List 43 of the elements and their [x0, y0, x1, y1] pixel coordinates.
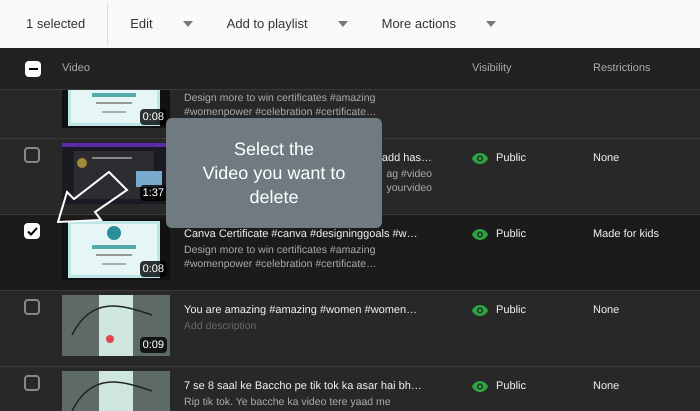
visibility-status: Public: [496, 303, 526, 318]
video-description: #womenpower #celebration #certificate…: [184, 257, 377, 271]
video-description: Design more to win certificates #amazing: [184, 91, 376, 105]
row-checkbox[interactable]: [24, 299, 40, 315]
column-header: Video: [62, 61, 91, 76]
restrictions-status: None: [593, 379, 620, 394]
restrictions-status: None: [593, 151, 620, 166]
eye-icon: [472, 305, 488, 316]
restrictions-status: Made for kids: [593, 227, 660, 242]
callout-text: Select the: [234, 138, 314, 161]
arrow-icon: [57, 170, 129, 225]
video-title[interactable]: Canva Certificate #canva #designinggoals #w…: [184, 226, 418, 243]
row-checkbox[interactable]: [24, 147, 40, 163]
eye-icon: [472, 229, 488, 240]
video-description: Rip tik tok. Ye bacche ka video tere yaad me: [184, 395, 391, 409]
video-description: ag #video: [386, 167, 432, 181]
selection-count: 1 selected: [25, 15, 86, 34]
caret-icon: [182, 21, 193, 27]
video-title[interactable]: 7 se 8 saal ke Baccho pe tik tok ka asar hai bh…: [184, 378, 422, 395]
visibility-status: Public: [496, 227, 526, 242]
row-checkbox[interactable]: [24, 375, 40, 391]
video-description: #womenpower #celebration #certificate…: [184, 105, 377, 119]
column-header: Visibility: [472, 61, 513, 76]
video-description: Design more to win certificates #amazing: [184, 243, 376, 257]
visibility-status: Public: [496, 151, 526, 166]
select-all-checkbox[interactable]: [25, 60, 41, 76]
eye-icon: [472, 153, 488, 164]
eye-icon: [472, 381, 488, 392]
video-row[interactable]: 0:08 Canva Certificate #canva #designinggoals #w… Design more to win certificates #amazing #womenpower #celebration #certificate… Public Made for kids: [0, 215, 700, 291]
callout-text: Video you want to: [202, 162, 346, 185]
column-header: Restrictions: [593, 61, 650, 76]
action-dropdown[interactable]: Add to playlist: [226, 6, 348, 42]
video-description: yourvideo: [386, 181, 432, 195]
action-dropdown[interactable]: Edit: [130, 6, 193, 42]
video-title[interactable]: You are amazing #amazing #women #women…: [184, 302, 418, 319]
restrictions-status: None: [593, 303, 620, 318]
caret-icon: [486, 21, 496, 27]
row-checkbox[interactable]: [24, 223, 40, 239]
action-dropdown[interactable]: More actions: [382, 6, 496, 42]
callout-text: delete: [249, 186, 299, 209]
caret-icon: [338, 21, 348, 27]
video-title[interactable]: add has…: [382, 150, 432, 167]
visibility-status: Public: [496, 379, 526, 394]
